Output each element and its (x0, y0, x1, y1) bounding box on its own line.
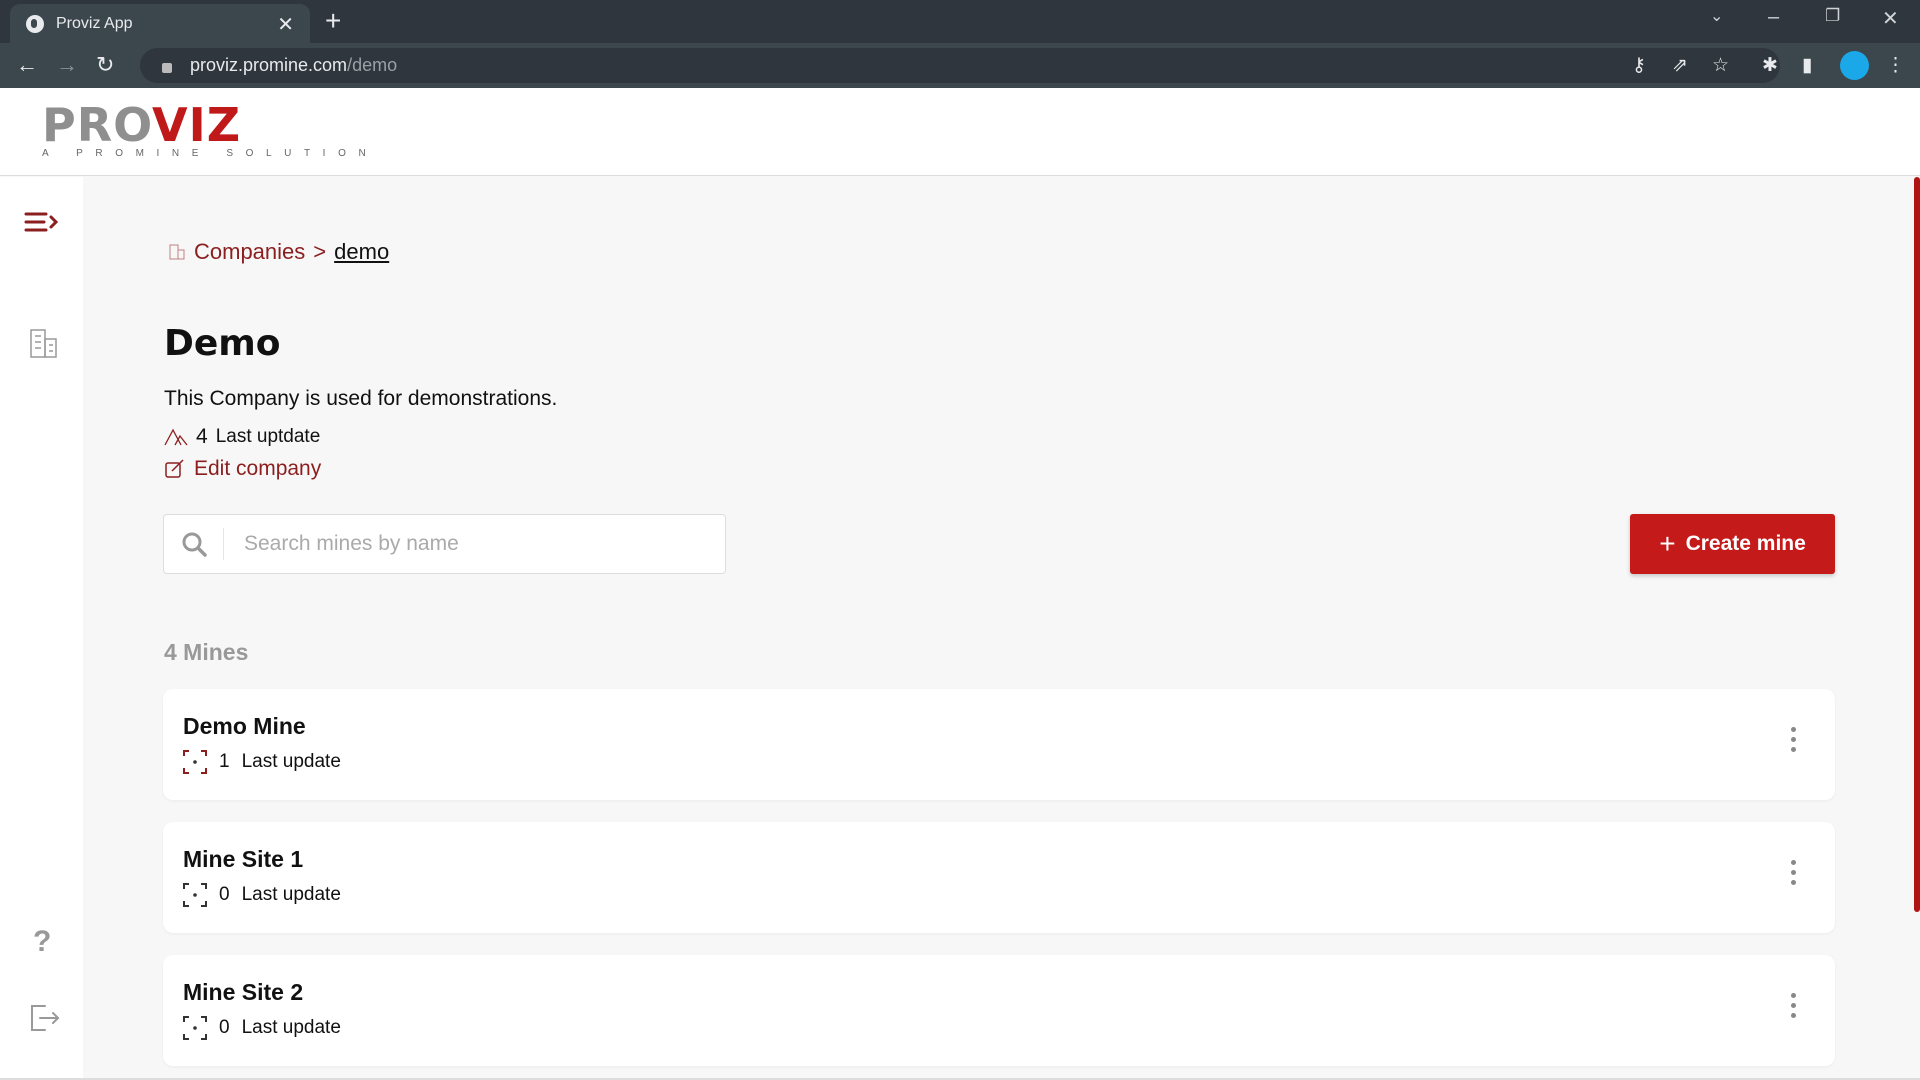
logo-text: PRO (42, 98, 153, 152)
side-panel-icon[interactable]: ▮ (1802, 54, 1812, 77)
mine-card[interactable]: Mine Site 1 0 Last update (163, 822, 1835, 933)
profile-avatar[interactable] (1840, 51, 1869, 80)
tab-search-icon[interactable]: ⌄ (1710, 6, 1723, 26)
mine-name: Mine Site 2 (183, 979, 304, 1005)
lock-icon (162, 62, 172, 73)
search-icon (182, 532, 207, 557)
focus-icon (183, 750, 207, 774)
focus-icon (183, 1016, 207, 1040)
globe-icon (26, 14, 44, 33)
help-icon[interactable]: ? (33, 925, 51, 959)
back-icon[interactable]: ← (16, 52, 38, 78)
main-content: Companies > demo Demo This Company is us… (83, 177, 1920, 1080)
app-header: PROVIZ A PROMINE SOLUTION (0, 88, 1920, 176)
last-update-label: Last update (241, 1017, 341, 1038)
url-field[interactable]: proviz.promine.com/demo (140, 48, 1780, 83)
survey-count: 0 (219, 884, 230, 905)
mine-card[interactable]: Demo Mine 1 Last update (163, 689, 1835, 800)
breadcrumb-separator: > (313, 239, 327, 264)
star-icon[interactable]: ☆ (1712, 54, 1729, 77)
survey-count: 1 (219, 751, 230, 772)
breadcrumb: Companies > demo (168, 239, 389, 265)
sidebar: ? (0, 177, 83, 1080)
search-box (163, 514, 726, 574)
minimize-button[interactable]: – (1768, 6, 1779, 29)
mountain-icon (164, 428, 188, 446)
logo-text-accent: VIZ (152, 98, 242, 152)
plus-icon: + (1659, 528, 1676, 559)
tab-title: Proviz App (56, 14, 133, 32)
close-window-button[interactable]: ✕ (1882, 6, 1899, 31)
mines-count-heading: 4 Mines (164, 639, 249, 665)
more-options-icon[interactable] (1791, 993, 1797, 1023)
mine-card[interactable]: Mine Site 2 0 Last update (163, 955, 1835, 1066)
last-update-label: Last update (241, 751, 341, 772)
last-update-label: Last update (241, 884, 341, 905)
forward-icon[interactable]: → (56, 52, 78, 78)
search-mines-input[interactable] (224, 532, 704, 556)
extensions-icon[interactable]: ✱ (1762, 54, 1778, 77)
more-options-icon[interactable] (1791, 860, 1797, 890)
mine-name: Mine Site 1 (183, 846, 304, 872)
restore-button[interactable]: ❐ (1825, 6, 1840, 26)
company-meta: 4 Last uptdate (164, 425, 320, 449)
create-mine-button[interactable]: + Create mine (1630, 514, 1835, 574)
share-icon[interactable]: ⇗ (1672, 54, 1688, 77)
create-mine-label: Create mine (1685, 532, 1806, 555)
browser-tab[interactable]: Proviz App ✕ (10, 4, 310, 43)
company-description: This Company is used for demonstrations. (164, 387, 558, 410)
breadcrumb-current[interactable]: demo (334, 239, 389, 265)
building-icon (169, 244, 185, 260)
edit-icon (165, 459, 184, 478)
page-title: Demo (164, 323, 281, 364)
proviz-logo[interactable]: PROVIZ A PROMINE SOLUTION (42, 102, 378, 159)
logout-icon[interactable] (27, 1002, 61, 1034)
edit-company-link[interactable]: Edit company (164, 457, 321, 481)
reload-icon[interactable]: ↻ (96, 52, 114, 78)
last-update-label: Last uptdate (215, 426, 321, 447)
mine-count: 4 (196, 425, 208, 448)
menu-icon[interactable]: ⋮ (1886, 54, 1905, 77)
address-bar: ← → ↻ proviz.promine.com/demo ⚷ ⇗ ☆ ✱ ▮ … (0, 43, 1920, 88)
breadcrumb-companies-link[interactable]: Companies (194, 239, 305, 265)
new-tab-button[interactable]: + (325, 5, 341, 37)
edit-company-label: Edit company (194, 457, 322, 480)
url-path: /demo (347, 55, 398, 75)
expand-menu-icon[interactable] (24, 211, 58, 235)
url-host: proviz.promine.com (190, 55, 348, 75)
mine-name: Demo Mine (183, 713, 306, 739)
companies-icon[interactable] (28, 327, 60, 359)
logo-tagline: A PROMINE SOLUTION (42, 148, 379, 159)
survey-count: 0 (219, 1017, 230, 1038)
more-options-icon[interactable] (1791, 727, 1797, 757)
close-tab-icon[interactable]: ✕ (277, 12, 294, 37)
browser-tab-bar: Proviz App ✕ + ⌄ – ❐ ✕ (0, 0, 1920, 43)
scrollbar[interactable] (1914, 177, 1920, 912)
key-icon[interactable]: ⚷ (1632, 54, 1646, 77)
focus-icon (183, 883, 207, 907)
